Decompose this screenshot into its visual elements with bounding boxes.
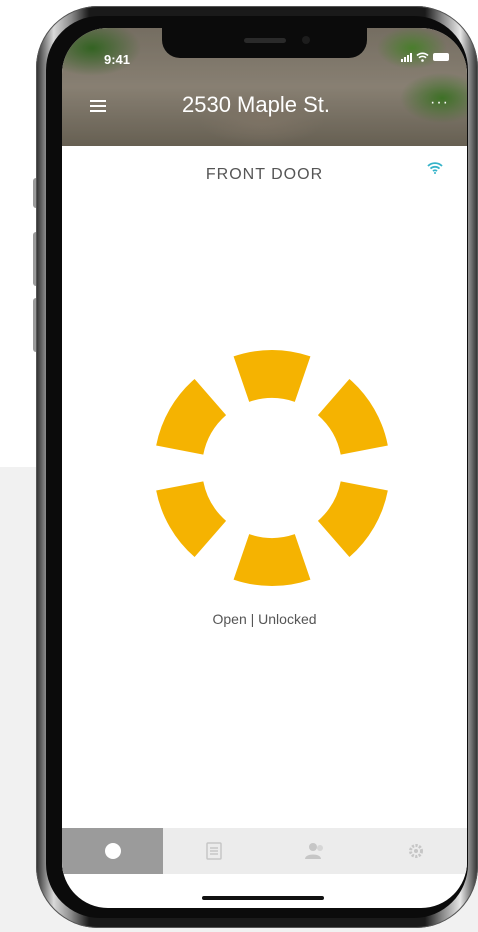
tab-users[interactable] (264, 828, 365, 874)
device-title: FRONT DOOR (205, 166, 324, 183)
wifi-status-icon (416, 52, 429, 62)
status-icons (401, 52, 449, 62)
address-title: 2530 Maple St. (182, 92, 330, 117)
speaker (244, 38, 286, 43)
front-camera (302, 36, 310, 44)
history-tab-icon (205, 842, 222, 860)
tab-lock[interactable] (62, 828, 163, 874)
lock-tab-icon (104, 843, 121, 859)
notch (162, 28, 367, 58)
settings-tab-icon (408, 844, 423, 858)
lock-status-indicator[interactable] (152, 348, 392, 588)
menu-icon[interactable] (90, 100, 106, 112)
lock-ring-segment (233, 534, 311, 586)
lock-ring-segment (233, 350, 311, 402)
lock-status-text: Open | Unlocked (212, 611, 317, 627)
tab-settings[interactable] (365, 828, 466, 874)
lock-ring-segment (317, 378, 388, 455)
tab-bar (62, 828, 467, 874)
phone-screen: 9:41 2530 Maple St. ··· FRONT DOOR Open … (62, 28, 467, 908)
home-indicator[interactable] (202, 896, 324, 900)
lock-ring-segment (156, 481, 227, 558)
lock-ring-segment (317, 481, 388, 558)
lock-ring-segment (156, 378, 227, 455)
more-options-icon[interactable]: ··· (430, 94, 449, 112)
wifi-connection-icon (427, 162, 443, 174)
users-tab-icon (304, 843, 323, 859)
cellular-signal-icon (401, 52, 412, 62)
battery-icon (433, 53, 449, 61)
status-time: 9:41 (104, 52, 131, 67)
tab-history[interactable] (163, 828, 264, 874)
